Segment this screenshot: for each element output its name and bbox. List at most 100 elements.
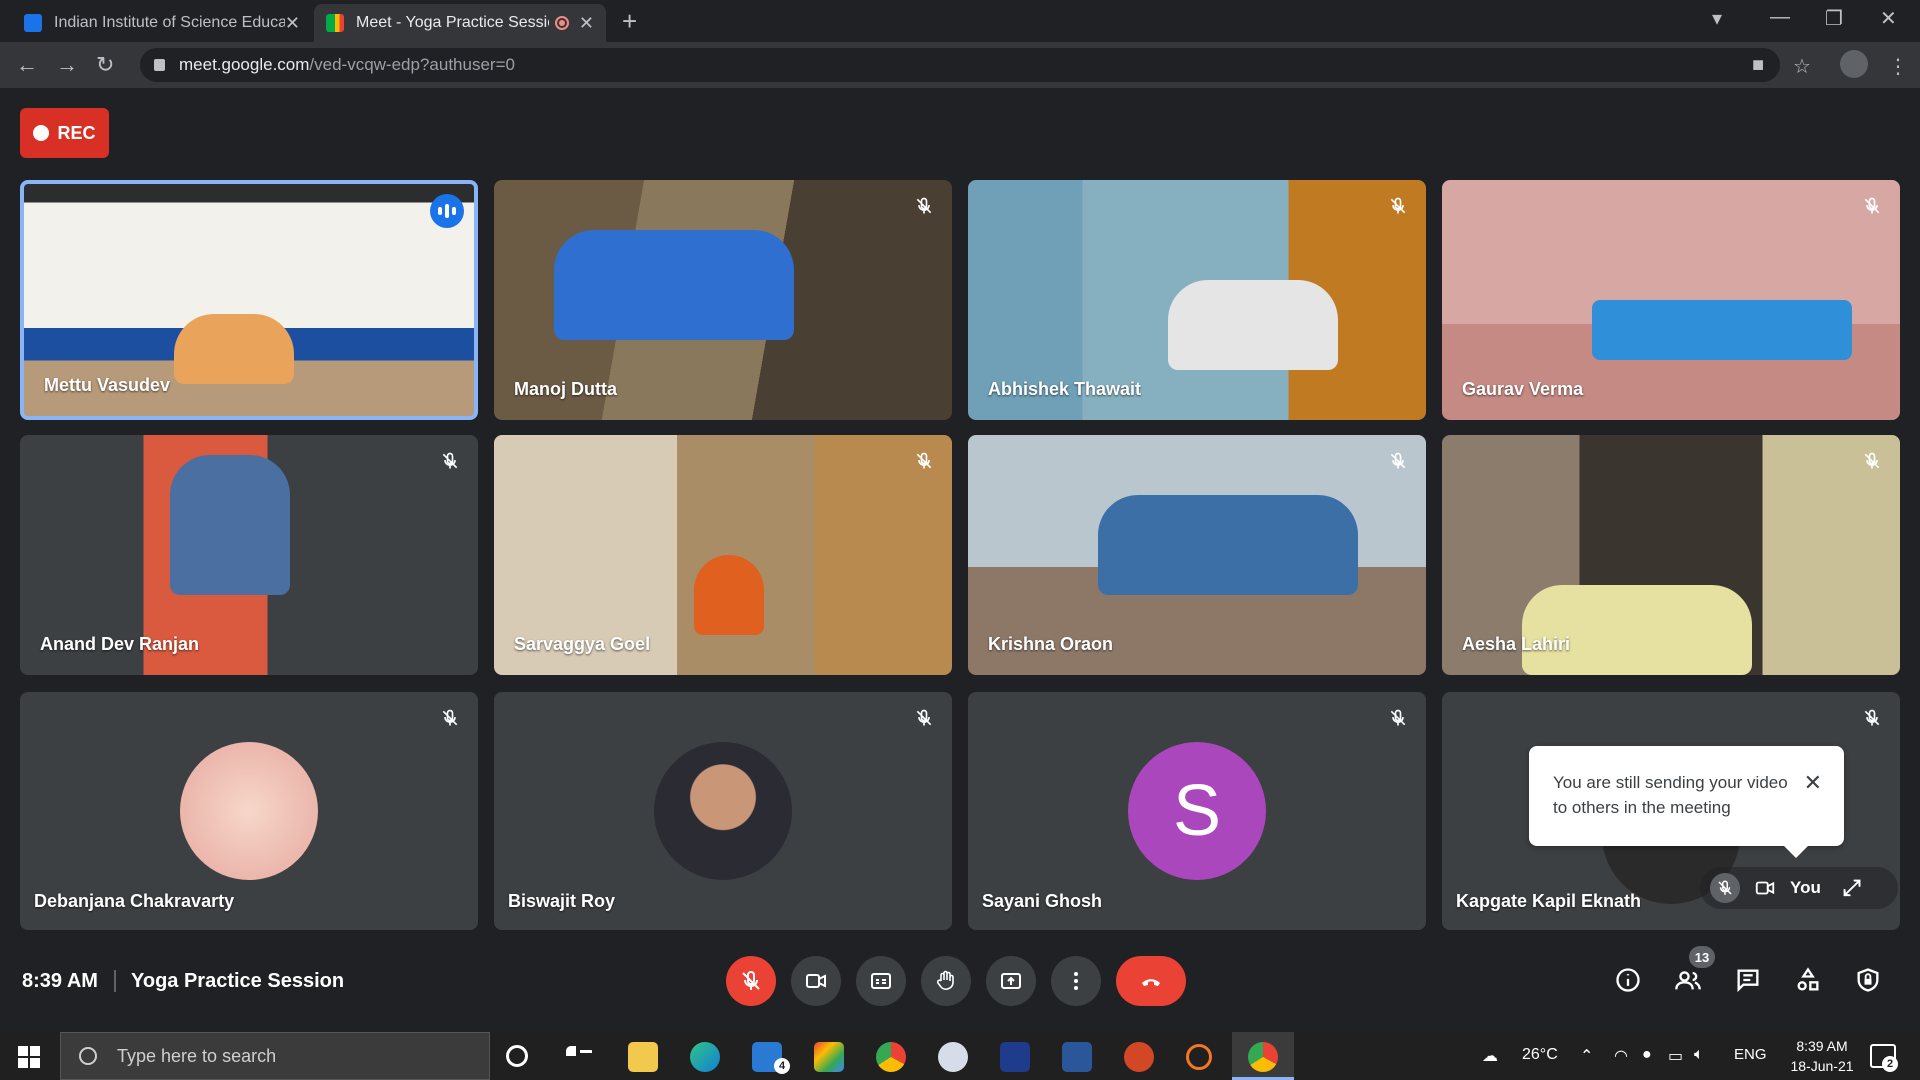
powerpoint-icon[interactable] [1124,1042,1154,1072]
calendar-icon [24,14,42,32]
participant-tile[interactable]: Sarvaggya Goel [494,435,952,675]
edge-icon[interactable] [690,1042,720,1072]
hang-up-icon [1142,979,1160,986]
url-input[interactable]: meet.google.com/ved-vcqw-edp?authuser=0 [140,48,1780,82]
chrome-menu-icon[interactable]: ⋮ [1888,54,1908,79]
participant-name: Krishna Oraon [988,634,1114,654]
activities-icon [1797,967,1819,991]
search-icon [79,1047,97,1065]
bookmark-star-icon[interactable]: ☆ [1793,54,1811,79]
battery-icon[interactable]: ▭ [1668,1046,1683,1066]
host-controls-button[interactable] [1850,962,1886,998]
expand-icon[interactable]: ⤢ [1843,875,1861,901]
participant-name: Mettu Vasudev [44,375,171,395]
hand-icon [936,970,954,990]
tab-search-icon[interactable]: ▾ [1712,6,1722,31]
window-close-icon[interactable]: ✕ [1880,6,1897,31]
participant-tile[interactable]: S Sayani Ghosh [968,692,1426,930]
self-label: You [1790,878,1821,897]
close-icon[interactable]: ✕ [579,13,594,34]
minimize-icon[interactable]: — [1770,6,1790,29]
microphone-icon[interactable]: ● [1642,1046,1652,1064]
mic-off-icon [1858,447,1886,475]
participant-tile[interactable]: Aesha Lahiri [1442,435,1900,675]
forward-icon[interactable]: → [56,52,78,78]
language-indicator[interactable]: ENG [1734,1046,1767,1063]
weather-temp[interactable]: 26°C [1522,1046,1558,1064]
mic-off-icon [1384,192,1412,220]
people-icon [1675,971,1701,990]
more-options-button[interactable] [1051,956,1101,1006]
weather-icon[interactable]: ☁ [1482,1046,1498,1066]
paint-icon[interactable] [814,1042,844,1072]
participant-tile[interactable]: Debanjana Chakravarty [20,692,478,930]
video-camera-icon[interactable] [1750,873,1780,903]
recording-badge: REC [20,108,109,158]
leave-call-button[interactable] [1116,956,1186,1006]
chrome-icon[interactable] [876,1042,906,1072]
taskbar-chrome-active[interactable] [1232,1032,1294,1080]
jupyter-icon[interactable] [1186,1044,1212,1070]
participant-tile[interactable]: Anand Dev Ranjan [20,435,478,675]
tab-iiser[interactable]: Indian Institute of Science Education ✕ [12,4,312,42]
captions-button[interactable] [856,956,906,1006]
raise-hand-button[interactable] [921,956,971,1006]
taskbar-search-input[interactable]: Type here to search [60,1032,490,1080]
mic-off-icon [436,704,464,732]
meeting-details-button[interactable] [1610,962,1646,998]
participant-tile[interactable]: Abhishek Thawait [968,180,1426,420]
close-icon[interactable]: ✕ [1804,770,1822,795]
search-placeholder: Type here to search [117,1045,277,1066]
chat-button[interactable] [1730,962,1766,998]
participant-name: Debanjana Chakravarty [34,891,235,911]
participant-tile[interactable]: Gaurav Verma [1442,180,1900,420]
present-screen-button[interactable] [986,956,1036,1006]
tab-meet[interactable]: Meet - Yoga Practice Session ✕ [314,4,606,42]
meeting-control-bar: 8:39 AM Yoga Practice Session 13 [0,940,1920,1032]
url-path: /ved-vcqw-edp?authuser=0 [309,55,515,74]
mic-toggle-button[interactable] [726,956,776,1006]
chat-icon [1737,969,1759,993]
activities-button[interactable] [1790,962,1826,998]
back-icon[interactable]: ← [16,52,38,78]
mic-off-icon [910,192,938,220]
participant-tile[interactable]: Manoj Dutta [494,180,952,420]
mic-off-icon [910,447,938,475]
dev-cpp-icon[interactable] [1000,1042,1030,1072]
participant-name: Biswajit Roy [508,891,616,911]
participant-name: Gaurav Verma [1462,379,1584,399]
present-icon [1001,973,1021,989]
task-view-icon[interactable] [566,1046,592,1068]
participant-name: Sarvaggya Goel [514,634,651,654]
restore-icon[interactable]: ❐ [1825,6,1843,31]
windows-start-icon[interactable] [18,1046,40,1068]
info-icon [1616,968,1640,992]
mic-off-icon [436,447,464,475]
mic-off-icon[interactable] [1710,873,1740,903]
word-icon[interactable] [1062,1042,1092,1072]
meeting-title: Yoga Practice Session [131,970,345,992]
avatar: S [1128,742,1266,880]
record-dot-icon [33,125,50,141]
participant-name: Anand Dev Ranjan [40,634,200,654]
reload-icon[interactable]: ↻ [96,52,114,78]
volume-icon[interactable]: 🔈︎ [1694,1046,1704,1064]
camera-toggle-button[interactable] [791,956,841,1006]
participant-tile[interactable]: Biswajit Roy [494,692,952,930]
wifi-icon[interactable]: ◠ [1614,1046,1628,1066]
participant-name: Sayani Ghosh [982,891,1103,911]
close-icon[interactable]: ✕ [285,13,300,34]
system-clock[interactable]: 8:39 AM 18-Jun-21 [1772,1036,1872,1076]
file-explorer-icon[interactable] [628,1042,658,1072]
speaking-indicator-icon [430,194,464,228]
tray-expand-icon[interactable]: ⌃ [1580,1046,1593,1066]
participant-tile[interactable]: Mettu Vasudev [20,180,478,420]
cortana-icon[interactable] [506,1045,528,1067]
tooltip-text: You are still sending your video to othe… [1553,773,1788,817]
camera-in-use-icon[interactable]: ■ [1752,54,1764,77]
participant-tile[interactable]: Krishna Oraon [968,435,1426,675]
profile-avatar[interactable] [1840,50,1868,78]
new-tab-icon[interactable]: + [622,6,637,37]
paint-3d-icon[interactable] [938,1042,968,1072]
recording-label: REC [57,122,96,143]
